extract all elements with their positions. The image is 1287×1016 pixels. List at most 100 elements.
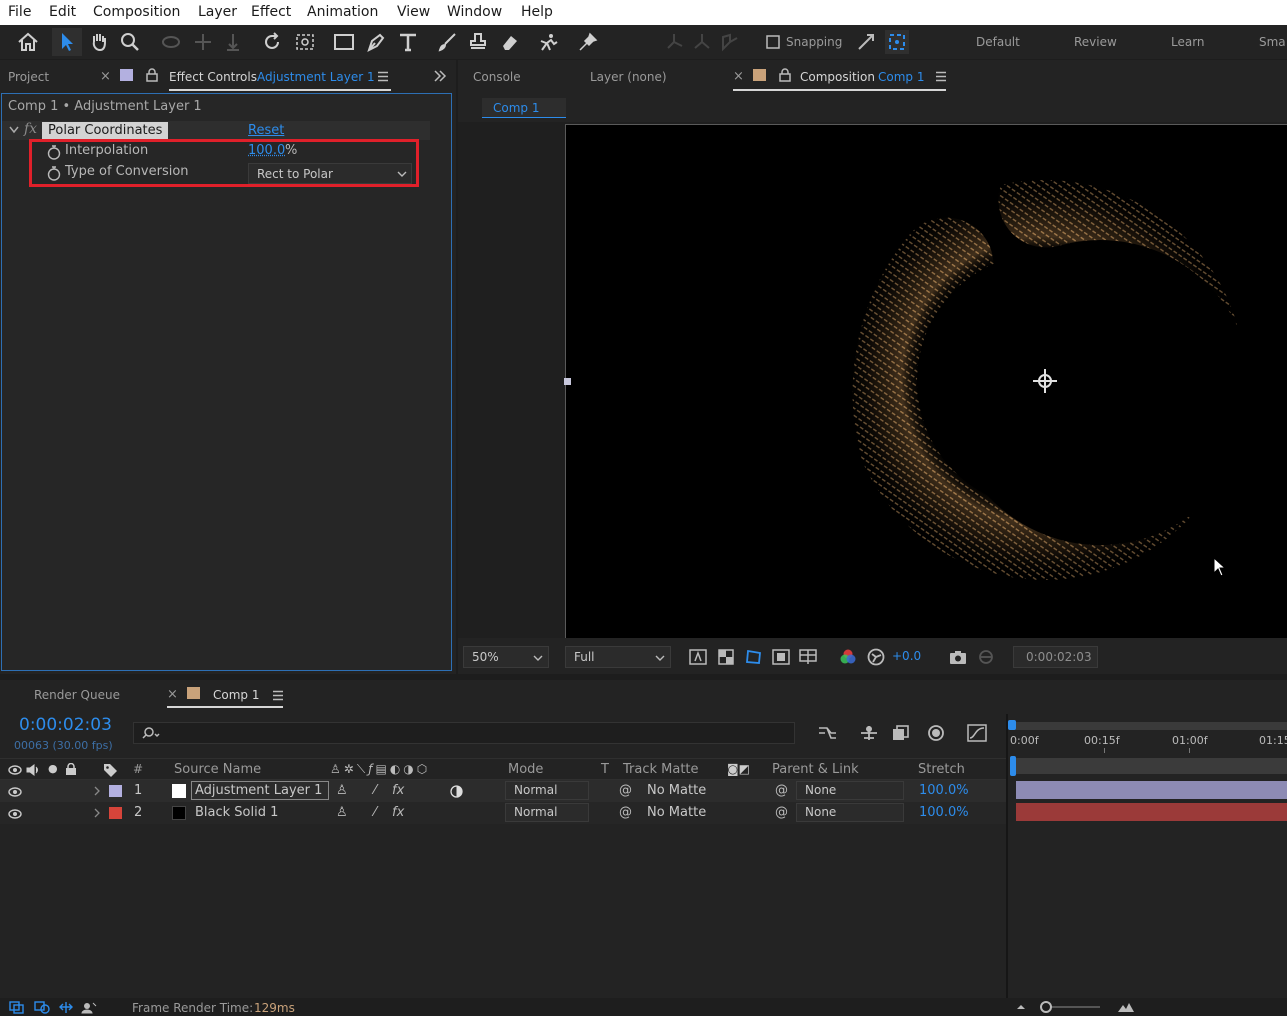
transfer-controls-icon[interactable] (33, 1000, 51, 1014)
adjustment-layer-switch-icon[interactable] (449, 784, 463, 798)
effect-switch-icon[interactable]: fx (392, 805, 404, 820)
region-of-interest-icon[interactable] (771, 647, 791, 667)
close-icon[interactable]: × (167, 687, 178, 702)
rectangle-tool-icon[interactable] (332, 30, 356, 54)
exposure-value[interactable]: +0.0 (892, 649, 921, 663)
parent-pickwhip-icon[interactable]: @ (775, 805, 788, 820)
layer-mode-dropdown[interactable]: Normal (505, 781, 589, 800)
roto-brush-tool-icon[interactable] (537, 30, 561, 54)
layer-stretch[interactable]: 100.0% (919, 805, 969, 820)
reset-exposure-icon[interactable] (866, 647, 886, 667)
layer-mode-dropdown[interactable]: Normal (505, 803, 589, 822)
menu-window[interactable]: Window (447, 4, 502, 20)
work-area-bar[interactable] (1012, 722, 1287, 730)
effect-switch-icon[interactable]: fx (392, 783, 404, 798)
chevron-double-right-icon[interactable] (432, 68, 448, 84)
pickwhip-icon[interactable]: @ (619, 805, 632, 820)
rotate-tool-icon[interactable] (261, 30, 283, 54)
layer-switches-icon[interactable] (8, 1000, 26, 1014)
layer-name[interactable]: Black Solid 1 (195, 805, 278, 820)
layer-bar[interactable] (1016, 803, 1287, 821)
shy-switch-icon[interactable]: ♙ (336, 783, 348, 798)
snap-features-icon[interactable] (885, 30, 909, 54)
tab-effect-controls[interactable]: Effect Controls (169, 70, 257, 84)
menu-effect[interactable]: Effect (251, 4, 291, 20)
work-area-start-handle[interactable] (1008, 720, 1016, 730)
draft-3d-icon[interactable] (858, 722, 880, 744)
visibility-eye-icon[interactable] (7, 808, 23, 820)
grid-guides-icon[interactable] (798, 647, 818, 667)
frame-blending-icon[interactable] (890, 722, 912, 744)
motion-blur-icon[interactable] (924, 722, 946, 744)
quality-switch-icon[interactable]: ⁄ (374, 783, 376, 798)
chevron-down-icon[interactable] (9, 125, 19, 135)
layer-track-matte[interactable]: No Matte (647, 783, 706, 798)
in-out-duration-icon[interactable] (57, 1000, 75, 1014)
puppet-pin-tool-icon[interactable] (576, 30, 600, 54)
snapping-checkbox[interactable] (765, 34, 781, 50)
camera-snapshot-icon[interactable] (948, 647, 968, 667)
menu-layer[interactable]: Layer (198, 4, 237, 20)
layer-parent-dropdown[interactable]: None (796, 803, 904, 822)
composition-mini-flowchart-icon[interactable] (816, 722, 838, 744)
shy-switch-icon[interactable]: ♙ (336, 805, 348, 820)
type-tool-icon[interactable] (396, 30, 420, 54)
tab-layer[interactable]: Layer (none) (590, 70, 667, 84)
tab-render-queue[interactable]: Render Queue (34, 688, 120, 702)
zoom-out-icon[interactable] (1014, 1001, 1028, 1013)
resolution-dropdown[interactable]: Full (565, 646, 671, 668)
workspace-learn[interactable]: Learn (1171, 35, 1205, 49)
layer-stretch[interactable]: 100.0% (919, 783, 969, 798)
layer-row[interactable]: 2 Black Solid 1 ♙ ⁄ fx Normal @ No Matte… (0, 802, 1006, 824)
fx-icon[interactable]: fx (24, 121, 37, 137)
workspace-review[interactable]: Review (1074, 35, 1117, 49)
menu-file[interactable]: File (8, 4, 31, 20)
reset-link[interactable]: Reset (248, 123, 284, 138)
playhead[interactable] (1010, 756, 1016, 776)
layer-label-color[interactable] (109, 785, 122, 797)
zoom-in-icon[interactable] (1116, 1000, 1136, 1014)
menu-help[interactable]: Help (521, 4, 553, 20)
close-icon[interactable]: × (733, 69, 744, 84)
clone-stamp-tool-icon[interactable] (466, 30, 490, 54)
transparency-grid-icon[interactable] (716, 647, 736, 667)
quality-switch-icon[interactable]: ⁄ (374, 805, 376, 820)
viewer-subtab[interactable]: Comp 1 (482, 98, 566, 118)
pickwhip-icon[interactable]: @ (619, 783, 632, 798)
layer-bar[interactable] (1016, 781, 1287, 799)
pen-tool-icon[interactable] (364, 30, 388, 54)
layer-search-input[interactable] (133, 722, 795, 744)
effect-name[interactable]: Polar Coordinates (42, 122, 168, 140)
visibility-eye-icon[interactable] (7, 786, 23, 798)
menu-view[interactable]: View (397, 4, 430, 20)
chevron-right-icon[interactable] (92, 808, 102, 818)
parent-pickwhip-icon[interactable]: @ (775, 783, 788, 798)
layer-row[interactable]: 1 Adjustment Layer 1 ♙ ⁄ fx Normal @ No … (0, 780, 1006, 802)
brush-tool-icon[interactable] (435, 30, 459, 54)
current-time[interactable]: 0:00:02:03 (19, 715, 112, 735)
mask-visibility-icon[interactable] (744, 646, 764, 668)
anchor-point-tool-icon[interactable] (293, 30, 317, 54)
zoom-slider-thumb[interactable] (1040, 1001, 1052, 1013)
eraser-tool-icon[interactable] (497, 30, 521, 54)
layer-name-field[interactable]: Adjustment Layer 1 (191, 781, 329, 800)
tab-project[interactable]: Project (8, 70, 49, 84)
workspace-small-screen[interactable]: Sma (1259, 35, 1286, 49)
layer-label-color[interactable] (109, 807, 122, 819)
lock-icon[interactable] (778, 67, 792, 83)
panel-menu-icon[interactable] (376, 69, 390, 83)
render-time-icon[interactable] (80, 1000, 98, 1014)
snap-edges-icon[interactable] (855, 30, 877, 54)
panel-menu-icon[interactable] (934, 69, 948, 83)
graph-editor-icon[interactable] (966, 722, 988, 744)
header-source-name[interactable]: Source Name (174, 762, 261, 777)
panel-menu-icon[interactable] (271, 688, 285, 702)
composition-canvas[interactable] (565, 124, 1287, 638)
tab-composition[interactable]: Composition (800, 70, 875, 84)
menu-animation[interactable]: Animation (307, 4, 378, 20)
fast-previews-icon[interactable] (688, 647, 708, 667)
lock-icon[interactable] (145, 67, 159, 83)
magnification-dropdown[interactable]: 50% (463, 646, 549, 668)
zoom-tool-icon[interactable] (119, 30, 141, 54)
hand-tool-icon[interactable] (88, 30, 110, 54)
